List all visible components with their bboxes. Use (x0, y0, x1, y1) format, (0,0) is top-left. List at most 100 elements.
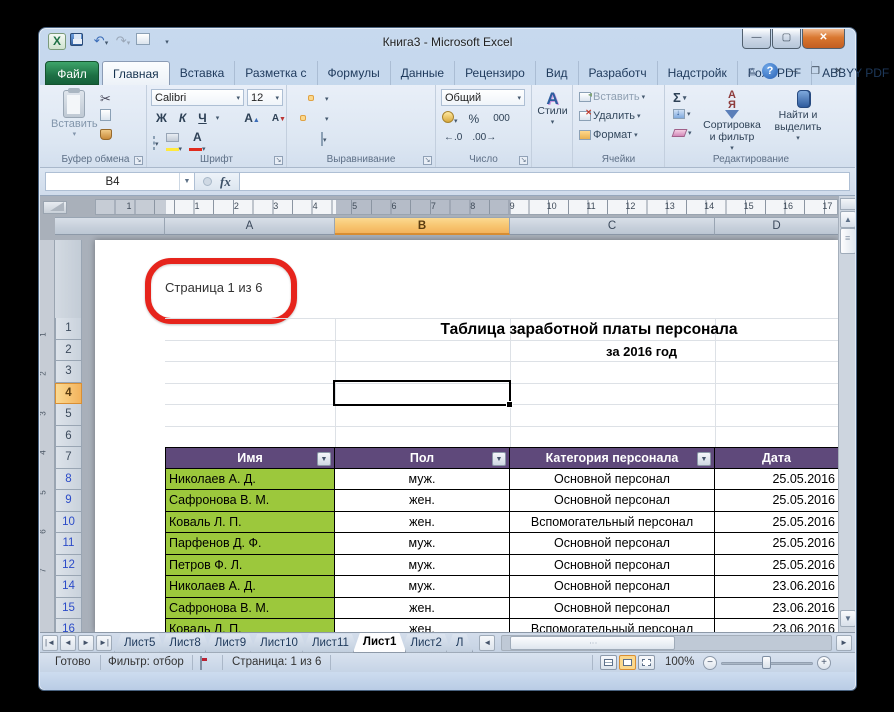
sheet-subtitle[interactable]: за 2016 год (445, 344, 838, 359)
align-top-button[interactable] (292, 95, 298, 101)
table-header-3[interactable]: Категория персонала ▼ (510, 447, 715, 469)
table-cell[interactable]: 25.05.2016 (715, 554, 838, 576)
doc-minimize-icon[interactable]: — (784, 66, 801, 77)
name-box-dropdown-icon[interactable]: ▼ (179, 173, 194, 190)
zoom-in-icon[interactable]: + (817, 656, 831, 670)
increase-indent-button[interactable] (300, 136, 306, 142)
align-middle-button[interactable] (300, 95, 306, 101)
table-cell[interactable]: Сафронова В. М. (165, 490, 335, 512)
table-cell[interactable]: Николаев А. Д. (165, 576, 335, 598)
row-header-3[interactable]: 3 (55, 361, 82, 383)
table-cell[interactable]: 25.05.2016 (715, 490, 838, 512)
bold-button[interactable]: Ж (153, 111, 170, 125)
table-cell[interactable]: 25.05.2016 (715, 511, 838, 533)
formula-input[interactable] (239, 172, 850, 191)
undo-button[interactable]: ↶▾ (92, 33, 110, 50)
minimize-button[interactable]: — (742, 29, 771, 49)
macro-record-icon[interactable] (200, 656, 202, 670)
italic-button[interactable]: К (176, 111, 189, 125)
table-cell[interactable]: Вспомогательный персонал (510, 511, 715, 533)
table-cell[interactable]: Петров Ф. Л. (165, 554, 335, 576)
scroll-up-icon[interactable]: ▲ (840, 211, 855, 228)
find-select-button[interactable]: Найти и выделить ▾ (767, 90, 829, 145)
row-header-2[interactable]: 2 (55, 339, 82, 361)
table-cell[interactable]: Основной персонал (510, 554, 715, 576)
next-sheet-icon[interactable]: ► (78, 635, 94, 651)
ribbon-tab-8[interactable]: Разработч (579, 61, 658, 85)
close-button[interactable]: ✕ (802, 29, 845, 49)
row-header-1[interactable]: 1 (55, 318, 82, 340)
row-header-7[interactable]: 7 (55, 447, 82, 469)
table-cell[interactable]: 23.06.2016 (715, 576, 838, 598)
alignment-dialog-launcher[interactable]: ↘ (423, 156, 432, 165)
table-cell[interactable]: Основной персонал (510, 576, 715, 598)
paste-button[interactable]: Вставить ▾ (51, 88, 98, 138)
table-cell[interactable]: Основной персонал (510, 597, 715, 619)
last-sheet-icon[interactable]: ►| (96, 635, 112, 651)
row-header-5[interactable]: 5 (55, 404, 82, 426)
font-size-combo[interactable]: 12 ▾ (247, 89, 283, 106)
scroll-down-icon[interactable]: ▼ (840, 610, 855, 627)
normal-view-icon[interactable] (600, 655, 617, 670)
table-cell[interactable]: 25.05.2016 (715, 468, 838, 490)
row-header-8[interactable]: 8 (55, 468, 82, 490)
sheet-tab-Лист10[interactable]: Лист10 (250, 634, 308, 653)
horizontal-scrollbar[interactable] (501, 635, 832, 651)
table-cell[interactable]: жен. (335, 597, 510, 619)
first-sheet-icon[interactable]: |◄ (42, 635, 58, 651)
decrease-decimal-button[interactable]: .00→ (472, 132, 496, 143)
horizontal-scroll-thumb[interactable] (510, 636, 676, 650)
table-header-4[interactable]: Дата (715, 447, 838, 469)
wrap-text-button[interactable]: ▾ (322, 109, 332, 127)
table-cell[interactable]: Коваль Л. П. (165, 511, 335, 533)
quick-print-icon[interactable] (136, 33, 154, 50)
scrollbar-split-handle[interactable] (840, 198, 855, 210)
table-cell[interactable]: жен. (335, 490, 510, 512)
styles-button[interactable]: А Стили ▾ (536, 90, 569, 129)
ribbon-tab-2[interactable]: Вставка (170, 61, 236, 85)
merge-center-button[interactable]: ▾ (318, 130, 330, 148)
row-header-15[interactable]: 15 (55, 597, 82, 619)
row-header-6[interactable]: 6 (55, 425, 82, 447)
align-right-button[interactable] (308, 115, 314, 121)
page-layout-view-icon[interactable] (619, 655, 636, 670)
row-header-10[interactable]: 10 (55, 511, 82, 533)
help-icon[interactable]: ? (762, 63, 778, 79)
comma-style-button[interactable]: 000 (490, 113, 513, 124)
redo-button[interactable]: ↷▾ (114, 33, 132, 50)
row-header-4[interactable]: 4 (55, 382, 82, 404)
page-break-view-icon[interactable] (638, 655, 655, 670)
row-header-16[interactable]: 16 (55, 619, 82, 632)
vertical-scrollbar[interactable]: ▲ ▼ (838, 196, 855, 632)
table-cell[interactable]: жен. (335, 619, 510, 632)
sheet-tab-Лист2[interactable]: Лист2 (400, 634, 451, 653)
collapse-ribbon-icon[interactable]: △ (748, 66, 756, 77)
delete-cells-button[interactable]: ✕ Удалить ▾ (579, 108, 641, 122)
sheet-tab-Лист1[interactable]: Лист1 (353, 633, 407, 653)
doc-restore-icon[interactable]: ❐ (807, 66, 824, 77)
format-cells-button[interactable]: Формат ▾ (579, 129, 638, 141)
sort-filter-button[interactable]: АЯ Сортировка и фильтр ▾ (699, 90, 765, 155)
table-cell[interactable]: муж. (335, 554, 510, 576)
table-header-2[interactable]: Пол ▼ (335, 447, 510, 469)
row-header-14[interactable]: 14 (55, 576, 82, 598)
increase-decimal-button[interactable]: ←.0 (444, 132, 462, 143)
number-dialog-launcher[interactable]: ↘ (519, 156, 528, 165)
customize-qat-button[interactable]: ▾ (158, 33, 176, 50)
table-cell[interactable]: Сафронова В. М. (165, 597, 335, 619)
insert-cells-button[interactable]: ◂ Вставить ▾ (579, 90, 645, 103)
row-header-11[interactable]: 11 (55, 533, 82, 555)
autosum-button[interactable]: Σ ▾ (673, 90, 686, 105)
doc-close-icon[interactable]: ✕ (830, 66, 847, 77)
sheet-tab-Лист5[interactable]: Лист5 (114, 634, 165, 653)
insert-function-button[interactable]: fx (220, 174, 231, 190)
sheet-tab-Л[interactable]: Л (446, 634, 474, 653)
table-cell[interactable]: Основной персонал (510, 468, 715, 490)
vertical-scroll-thumb[interactable] (840, 228, 855, 254)
ribbon-tab-5[interactable]: Данные (391, 61, 456, 85)
table-cell[interactable]: муж. (335, 576, 510, 598)
column-header-A[interactable]: A (165, 217, 335, 235)
number-format-combo[interactable]: Общий ▾ (441, 89, 525, 106)
restore-button[interactable]: ▢ (772, 29, 801, 49)
filter-dropdown-icon[interactable]: ▼ (697, 451, 711, 466)
